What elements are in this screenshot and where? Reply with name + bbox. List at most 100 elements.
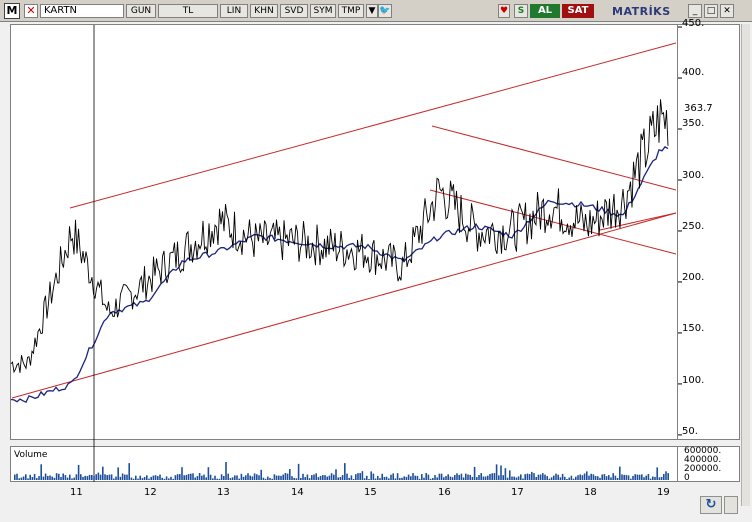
volume-bar — [36, 478, 38, 480]
volume-bar — [113, 478, 115, 480]
volume-bar — [40, 464, 42, 480]
volume-bar — [126, 474, 128, 480]
volume-bar — [297, 463, 300, 480]
volume-bar — [478, 475, 480, 480]
volume-bar — [465, 473, 467, 480]
volume-bar — [293, 477, 295, 480]
volume-bar — [146, 475, 148, 480]
volume-bar — [632, 475, 634, 480]
trend-channel — [11, 42, 677, 399]
volume-bar — [368, 479, 370, 480]
volume-bar — [471, 476, 474, 480]
volume-bar — [432, 478, 434, 480]
volume-bar — [495, 464, 498, 480]
volume-bar — [579, 474, 581, 480]
volume-bar — [599, 477, 601, 480]
volume-bar — [601, 474, 603, 480]
volume-bar — [282, 474, 284, 480]
price-tick-300: 300. — [682, 170, 705, 181]
date-tick-12: 12 — [144, 487, 157, 498]
volume-bar — [352, 479, 355, 480]
volume-bar — [121, 473, 124, 480]
volume-bar — [190, 473, 192, 480]
volume-bar — [139, 475, 141, 480]
volume-bar — [216, 478, 218, 480]
volume-bar — [73, 477, 75, 480]
volume-bar — [62, 473, 64, 480]
volume-bar — [86, 476, 89, 480]
volume-bar — [513, 476, 515, 480]
volume-bar — [227, 473, 229, 480]
volume-bar — [337, 477, 339, 480]
volume-bar — [275, 475, 278, 480]
volume-bar — [434, 475, 436, 480]
volume-bar — [47, 475, 49, 480]
volume-bar — [163, 478, 166, 480]
chart-graphics — [10, 25, 682, 482]
volume-bar — [608, 475, 610, 480]
volume-bar — [93, 476, 95, 480]
volume-bar — [630, 478, 632, 480]
volume-bar — [443, 477, 445, 480]
volume-bar — [425, 473, 427, 480]
volume-bar — [157, 476, 159, 480]
volume-bar — [135, 475, 137, 480]
volume-bar — [649, 478, 652, 480]
price-line — [10, 99, 669, 374]
volume-bar — [350, 475, 353, 480]
volume-bar — [253, 473, 256, 480]
volume-bar — [192, 473, 194, 480]
volume-bar — [271, 478, 273, 480]
date-tick-11: 11 — [70, 487, 83, 498]
volume-bar — [278, 475, 280, 480]
volume-bar — [656, 467, 658, 480]
date-tick-14: 14 — [291, 487, 304, 498]
trend-line-1 — [11, 212, 677, 399]
volume-bar — [438, 473, 441, 480]
volume-bar — [489, 474, 491, 480]
volume-bar — [374, 478, 377, 480]
volume-bar — [460, 473, 463, 480]
volume-bar — [394, 478, 397, 480]
volume-bar — [346, 473, 348, 480]
price-tick-100: 100. — [682, 375, 705, 386]
volume-bar — [603, 474, 606, 480]
volume-bar — [33, 474, 36, 480]
volume-bar — [165, 476, 168, 480]
volume-bar — [372, 473, 375, 480]
volume-bar — [561, 473, 564, 480]
volume-bar — [304, 477, 306, 480]
volume-bar — [623, 474, 625, 480]
volume-bar — [528, 474, 531, 480]
volume-bar — [363, 478, 366, 480]
volume-bar — [317, 477, 320, 480]
volume-bar — [412, 473, 414, 480]
volume-bar — [559, 477, 562, 480]
volume-bar — [643, 477, 645, 480]
volume-bar — [469, 474, 471, 480]
volume-bar — [77, 464, 80, 480]
volume-bar — [168, 478, 170, 480]
volume-bar — [616, 478, 619, 480]
volume-bar — [249, 475, 251, 480]
volume-bar — [66, 477, 69, 480]
volume-bar — [647, 474, 650, 480]
volume-bar — [181, 467, 183, 480]
volume-bar — [456, 473, 458, 480]
volume-bar — [38, 476, 40, 480]
volume-bar — [487, 475, 489, 480]
volume-bar — [636, 474, 639, 480]
volume-bar — [88, 474, 91, 480]
volume-bar — [462, 477, 465, 480]
volume-bar — [511, 476, 513, 480]
volume-bar — [97, 472, 100, 480]
volume-bar — [269, 477, 271, 480]
volume-bar — [390, 474, 392, 480]
volume-bar — [187, 474, 190, 480]
volume-bar — [49, 475, 51, 480]
volume-bar — [260, 469, 262, 480]
date-tick-18: 18 — [584, 487, 597, 498]
volume-bar — [214, 475, 216, 480]
volume-bar — [641, 474, 643, 480]
volume-bar — [104, 474, 106, 480]
